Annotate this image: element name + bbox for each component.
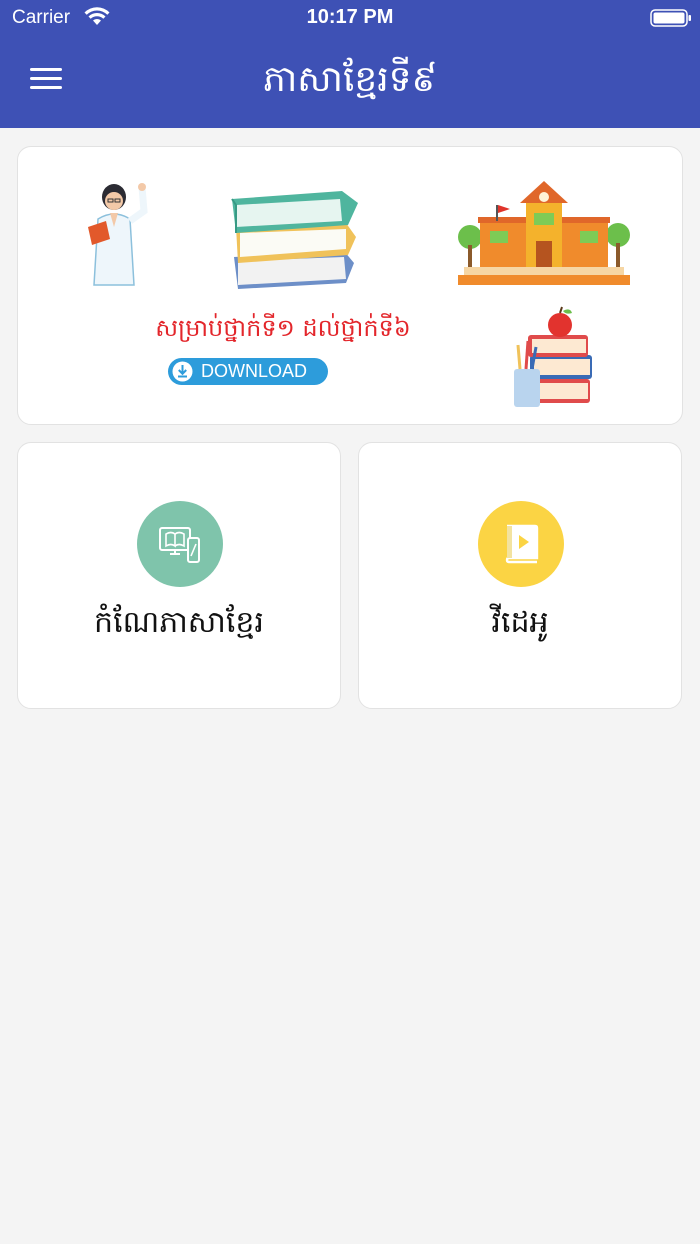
banner-grade-text: សម្រាប់ថ្នាក់ទី១ ដល់ថ្នាក់ទី៦ <box>155 314 411 342</box>
books-illustration-icon <box>231 191 358 289</box>
battery-icon <box>650 9 691 27</box>
card-label-video: វីដេអូ <box>491 605 549 640</box>
download-label: DOWNLOAD <box>201 361 308 381</box>
app-header: Carrier 10:17 PM ភាសាខ្មែរទី៩ <box>0 0 700 128</box>
card-khmer-exercises[interactable]: កំណែភាសាខ្មែរ <box>17 442 341 709</box>
card-video[interactable]: វីដេអូ <box>358 442 682 709</box>
download-button[interactable]: DOWNLOAD <box>168 358 328 385</box>
card-icon-circle <box>137 501 223 587</box>
video-book-icon <box>505 524 539 564</box>
page-title: ភាសាខ្មែរទី៩ <box>262 59 438 100</box>
status-time: 10:17 PM <box>306 6 394 28</box>
download-icon <box>172 361 193 382</box>
status-bar: Carrier 10:17 PM <box>0 0 700 40</box>
book-tablet-icon <box>159 527 200 563</box>
download-banner[interactable]: សម្រាប់ថ្នាក់ទី១ ដល់ថ្នាក់ទី៦ DOWNLOAD <box>17 146 683 425</box>
school-illustration-icon <box>458 181 630 285</box>
teacher-illustration-icon <box>88 183 148 286</box>
card-label-khmer-exercises: កំណែភាសាខ្មែរ <box>94 605 264 640</box>
apple-books-illustration-icon <box>514 306 592 407</box>
card-icon-circle <box>478 501 564 587</box>
